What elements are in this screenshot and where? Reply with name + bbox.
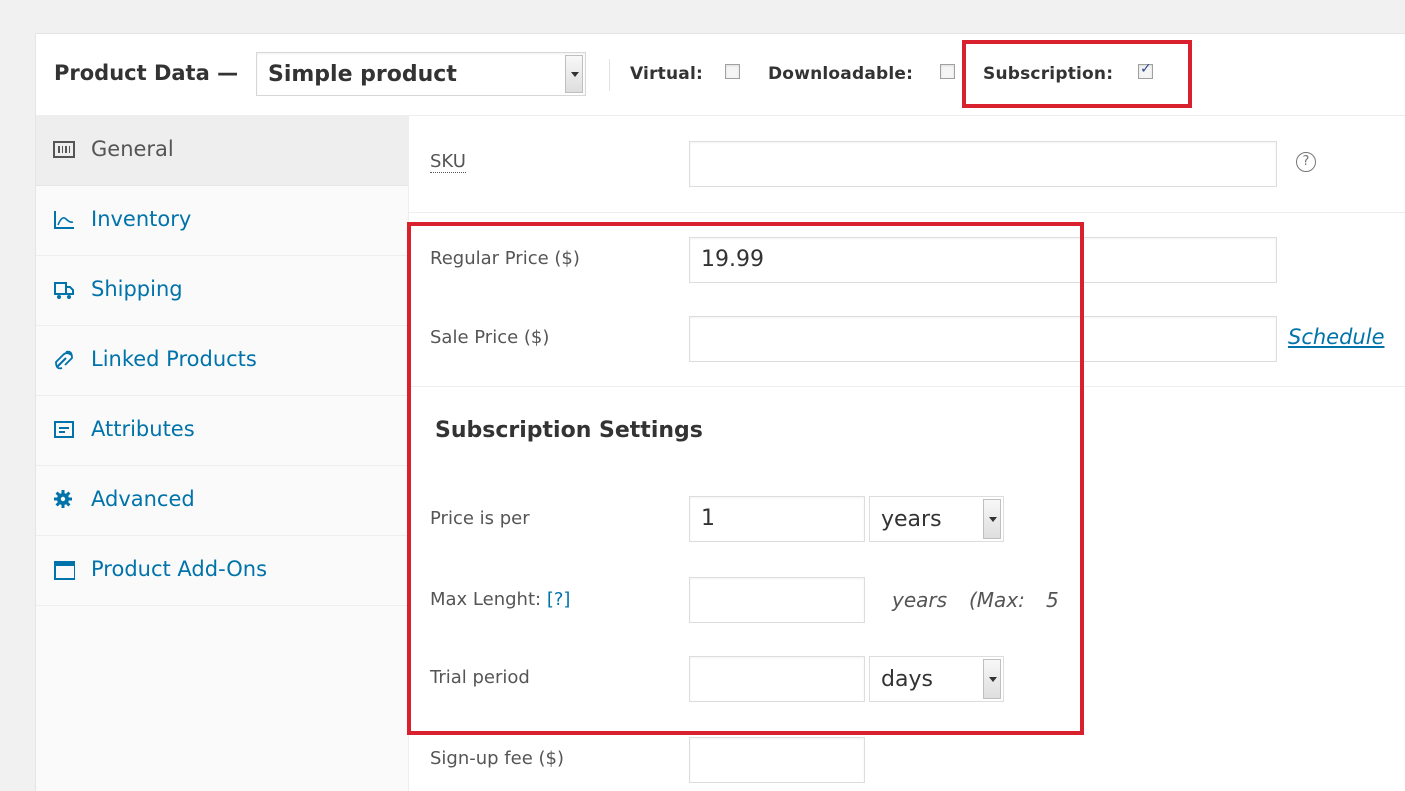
max-note: (Max:: [969, 588, 1025, 612]
sku-input[interactable]: [689, 141, 1277, 187]
virtual-checkbox[interactable]: [725, 64, 740, 79]
subscription-label: Subscription:: [983, 64, 1114, 84]
tab-attributes[interactable]: Attributes: [36, 396, 408, 466]
max-length-unit: years: [892, 588, 948, 612]
help-icon[interactable]: ?: [1296, 152, 1316, 172]
signup-fee-input[interactable]: [689, 737, 865, 783]
price-per-value: 1: [701, 506, 715, 531]
max-length-label: Max Lenght: [?]: [430, 589, 570, 610]
section-divider: [409, 212, 1405, 213]
product-data-title: Product Data —: [54, 61, 239, 85]
sku-label: SKU: [430, 151, 466, 173]
downloadable-checkbox[interactable]: [940, 64, 955, 79]
price-per-label: Price is per: [430, 508, 530, 529]
trial-period-unit-select[interactable]: days: [869, 656, 1004, 702]
product-data-header: Product Data — Simple product Virtual: D…: [36, 34, 1405, 116]
chevron-down-icon: [983, 499, 1001, 539]
trial-period-unit-value: days: [881, 667, 933, 692]
subscription-checkbox[interactable]: [1138, 61, 1153, 79]
trial-period-input[interactable]: [689, 656, 865, 702]
tab-product-add-ons[interactable]: Product Add-Ons: [36, 536, 408, 606]
max-length-input[interactable]: [689, 577, 865, 623]
price-per-unit-select[interactable]: years: [869, 496, 1004, 542]
regular-price-value: 19.99: [701, 247, 764, 272]
truck-icon: [54, 282, 74, 299]
tab-advanced[interactable]: Advanced: [36, 466, 408, 536]
tab-general[interactable]: General: [36, 116, 408, 186]
window-icon: [54, 561, 75, 580]
product-data-tabs: General Inventory Shipping Linked Produc…: [36, 116, 409, 791]
signup-fee-label: Sign-up fee ($): [430, 748, 565, 769]
subscription-settings-heading: Subscription Settings: [435, 418, 703, 443]
product-data-panel: Product Data — Simple product Virtual: D…: [35, 33, 1405, 791]
virtual-label: Virtual:: [630, 64, 703, 84]
tab-shipping[interactable]: Shipping: [36, 256, 408, 326]
max-value: 5: [1046, 588, 1059, 612]
chevron-down-icon: [983, 659, 1001, 699]
inventory-chart-icon: [54, 211, 74, 229]
header-divider: [609, 59, 610, 91]
regular-price-label: Regular Price ($): [430, 248, 580, 269]
max-length-label-text: Max Lenght:: [430, 589, 542, 610]
price-per-input[interactable]: 1: [689, 496, 865, 542]
price-per-unit-value: years: [881, 507, 942, 532]
trial-period-label: Trial period: [430, 667, 530, 688]
sale-price-input[interactable]: [689, 316, 1277, 362]
downloadable-label: Downloadable:: [768, 64, 914, 84]
tab-shipping-label: Shipping: [91, 277, 183, 301]
tab-product-add-ons-label: Product Add-Ons: [91, 557, 268, 581]
tab-inventory[interactable]: Inventory: [36, 186, 408, 256]
chevron-down-icon: [565, 55, 583, 93]
tab-advanced-label: Advanced: [91, 487, 195, 511]
tab-attributes-label: Attributes: [91, 417, 195, 441]
tab-linked-products-label: Linked Products: [91, 347, 257, 371]
tab-inventory-label: Inventory: [91, 207, 192, 231]
link-icon: [55, 350, 73, 370]
attributes-icon: [54, 421, 74, 438]
sale-price-label: Sale Price ($): [430, 327, 550, 348]
product-type-value: Simple product: [268, 62, 457, 87]
gear-icon: [54, 490, 72, 508]
regular-price-input[interactable]: 19.99: [689, 237, 1277, 283]
tab-general-label: General: [91, 137, 174, 161]
max-length-help-link[interactable]: [?]: [547, 589, 571, 610]
tab-linked-products[interactable]: Linked Products: [36, 326, 408, 396]
product-type-select[interactable]: Simple product: [256, 52, 586, 96]
section-divider: [409, 386, 1405, 387]
schedule-link[interactable]: Schedule: [1288, 325, 1385, 349]
barcode-icon: [53, 141, 75, 158]
